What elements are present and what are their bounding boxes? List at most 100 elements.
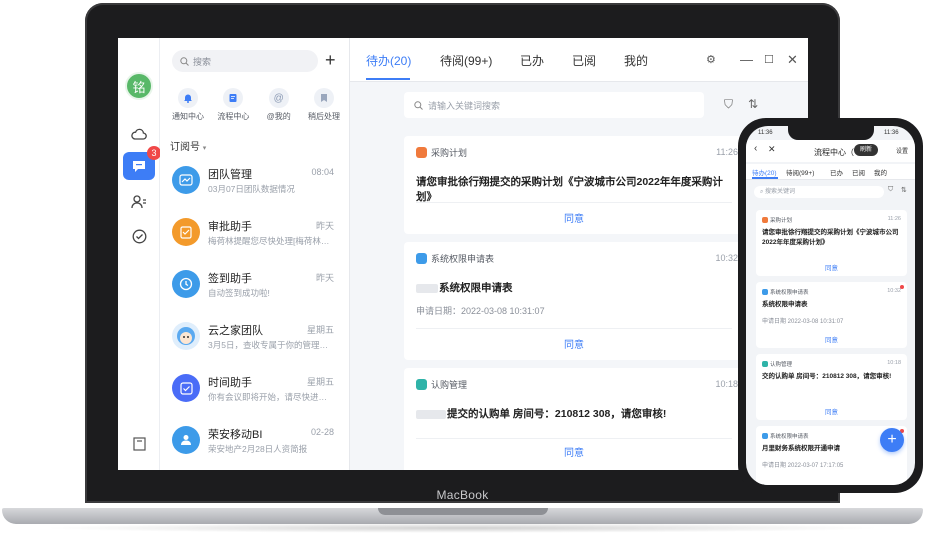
shortcut-label: 流程中心 xyxy=(217,112,250,121)
team-icon xyxy=(172,166,200,194)
todo-card[interactable]: 采购计划 11:26 请您审批徐行翔提交的采购计划《宁波城市公司2022年年度采… xyxy=(756,210,907,276)
conversation-item[interactable]: 团队管理 08:04 03月07日团队数据情况 xyxy=(160,156,346,208)
messages-button[interactable]: 3 xyxy=(123,146,161,180)
refresh-button[interactable]: 刷新 xyxy=(854,144,878,156)
shortcut-workflow[interactable]: 流程中心 xyxy=(213,88,253,122)
close-icon[interactable]: ✕ xyxy=(768,144,776,155)
phone-status-right: 11:36 xyxy=(884,130,899,136)
card-date: 申请日期 2022-03-07 17:17:05 xyxy=(762,463,844,469)
phone-screen: 11:36 11:36 ‹ ✕ 设置 流程中心（ 刷新 待办(20) 待阅(99… xyxy=(746,126,915,485)
card-divider xyxy=(416,328,732,329)
tab-done[interactable]: 已办 xyxy=(520,52,544,69)
todo-check-icon[interactable] xyxy=(123,222,155,250)
todo-card[interactable]: 系统权限申请表 10:32 系统权限申请表 申请日期 2022-03-08 10… xyxy=(756,282,907,348)
shortcut-bar: 通知中心 流程中心 @ @我的 稍后处理 xyxy=(168,88,344,122)
tab-todo[interactable]: 待办(20) xyxy=(366,52,411,69)
todo-card[interactable]: 系统权限申请表 10:32 系统权限申请表 申请日期：2022-03-08 10… xyxy=(404,242,744,360)
conversation-name: 签到助手 xyxy=(208,273,252,285)
user-avatar[interactable]: 铭 xyxy=(125,72,153,100)
tab-todo[interactable]: 待办(20) xyxy=(752,167,777,177)
todo-card[interactable]: 采购计划 11:26 请您审批徐行翔提交的采购计划《宁波城市公司2022年年度采… xyxy=(404,136,744,234)
conversation-time: 08:04 xyxy=(311,167,334,177)
conversation-item[interactable]: 审批助手 昨天 梅荷林提醒您尽快处理[梅荷林… xyxy=(160,208,346,260)
card-title: 请您审批徐行翔提交的采购计划《宁波城市公司2022年年度采购计划》 xyxy=(762,229,899,246)
conversation-preview: 自动签到成功啦! xyxy=(208,288,270,298)
active-tab-indicator xyxy=(366,78,410,80)
shortcut-mentions[interactable]: @ @我的 xyxy=(259,88,299,122)
approve-button[interactable]: 同意 xyxy=(756,262,907,272)
approve-button[interactable]: 同意 xyxy=(404,210,744,225)
bi-people-icon xyxy=(172,426,200,454)
filter-icon[interactable]: ⛉ xyxy=(888,186,893,194)
back-icon[interactable]: ‹ xyxy=(754,143,757,154)
minimize-icon[interactable]: — xyxy=(740,52,753,67)
phone-search-input[interactable]: ⌕ 搜索关键词 xyxy=(754,186,884,198)
card-category: 采购计划 xyxy=(762,216,792,224)
phone-notch xyxy=(788,126,874,140)
card-title: 系统权限申请表 xyxy=(762,301,808,308)
tab-mine[interactable]: 我的 xyxy=(874,167,887,177)
add-fab-button[interactable]: + xyxy=(880,428,904,452)
contacts-icon[interactable] xyxy=(123,188,155,216)
conversation-name: 云之家团队 xyxy=(208,325,263,337)
card-time: 11:26 xyxy=(716,147,738,157)
card-time: 11:26 xyxy=(887,216,901,222)
conversation-time: 星期五 xyxy=(306,377,334,387)
tab-to-read[interactable]: 待阅(99+) xyxy=(786,167,814,177)
tab-read[interactable]: 已阅 xyxy=(572,52,596,69)
phone-status-time: 11:36 xyxy=(758,130,773,136)
bookmark-icon xyxy=(320,94,327,102)
sort-icon[interactable]: ⇅ xyxy=(748,97,758,111)
keyword-search-placeholder: 请输入关键词搜索 xyxy=(428,100,501,111)
todo-card[interactable]: 认购管理 10:18 交的认购单 房间号：210812 308，请您审核! 同意 xyxy=(756,354,907,420)
purchase-plan-icon xyxy=(416,147,427,158)
shortcut-label: 通知中心 xyxy=(172,112,204,121)
conversation-item[interactable]: 云之家团队 星期五 3月5日，查收专属于你的管理… xyxy=(160,312,346,364)
conversation-preview: 03月07日团队数据情况 xyxy=(208,184,295,194)
settings-icon[interactable]: ⚙ xyxy=(706,53,716,66)
add-button[interactable]: + xyxy=(325,49,336,71)
conversation-item[interactable]: 时间助手 星期五 你有会议即将开始，请尽快进… xyxy=(160,364,346,416)
tab-mine[interactable]: 我的 xyxy=(624,52,648,69)
conversation-name: 时间助手 xyxy=(208,377,252,389)
permission-form-icon xyxy=(762,289,768,295)
workflow-icon xyxy=(229,94,237,102)
notebook-icon[interactable] xyxy=(123,430,155,458)
purchase-plan-icon xyxy=(762,217,768,223)
laptop-screen: 铭 3 搜索 + 通知中心 流程中心 @ @我的 稍后处理 订阅号 ▾ 团队管理… xyxy=(118,38,808,470)
card-title: 交的认购单 房间号：210812 308，请您审核! xyxy=(762,373,892,380)
approval-icon xyxy=(172,218,200,246)
shortcut-notifications[interactable]: 通知中心 xyxy=(168,88,208,122)
shortcut-later[interactable]: 稍后处理 xyxy=(304,88,344,122)
conversation-name: 团队管理 xyxy=(208,169,252,181)
card-category: 系统权限申请表 xyxy=(762,288,809,296)
approve-button[interactable]: 同意 xyxy=(404,444,744,459)
approve-button[interactable]: 同意 xyxy=(756,406,907,416)
maximize-icon[interactable]: ☐ xyxy=(764,53,774,66)
tab-to-read[interactable]: 待阅(99+) xyxy=(440,52,492,69)
conversation-item[interactable]: 荣安移动BI 02-28 荣安地产2月28日人资简报 xyxy=(160,416,346,468)
phone-settings[interactable]: 设置 xyxy=(896,146,908,155)
conversation-name: 审批助手 xyxy=(208,221,252,233)
cloud-icon[interactable] xyxy=(123,120,155,148)
keyword-search-input[interactable]: 请输入关键词搜索 xyxy=(404,92,704,118)
todo-card[interactable]: 认购管理 10:18 提交的认购单 房间号：210812 308，请您审核! 同… xyxy=(404,368,744,470)
conversation-time: 星期五 xyxy=(306,325,334,335)
approve-button[interactable]: 同意 xyxy=(756,334,907,344)
sort-icon[interactable]: ⇅ xyxy=(901,186,907,194)
card-category: 系统权限申请表 xyxy=(416,252,494,265)
tab-read[interactable]: 已阅 xyxy=(852,167,865,177)
filter-icon[interactable]: ⛉ xyxy=(724,97,733,112)
bell-icon xyxy=(184,94,192,103)
active-tab-indicator xyxy=(752,177,778,179)
approve-button[interactable]: 同意 xyxy=(404,336,744,351)
search-input[interactable]: 搜索 xyxy=(172,50,318,72)
subscriptions-header[interactable]: 订阅号 ▾ xyxy=(170,138,206,153)
at-icon: @ xyxy=(273,92,284,104)
conversation-item[interactable]: 签到助手 昨天 自动签到成功啦! xyxy=(160,260,346,312)
close-icon[interactable]: ✕ xyxy=(787,52,798,68)
laptop-shadow xyxy=(40,523,885,533)
card-time: 10:18 xyxy=(715,379,738,389)
tab-done[interactable]: 已办 xyxy=(830,167,843,177)
chat-icon xyxy=(133,160,145,172)
